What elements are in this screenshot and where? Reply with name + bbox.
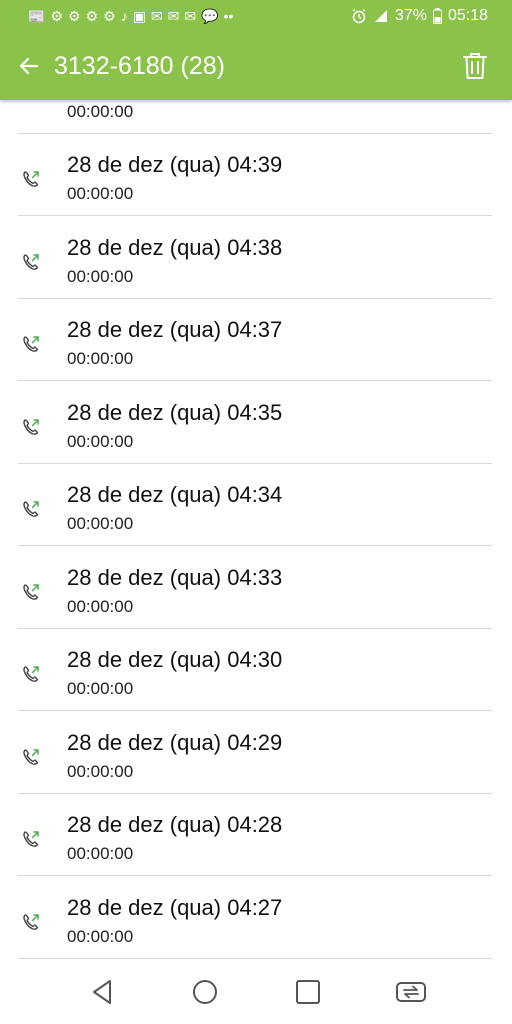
call-date: 28 de dez (qua) 04:28	[67, 812, 283, 837]
notification-icons: 📰 ⚙ ⚙ ⚙ ⚙ ♪ ▣ ✉ ✉ ✉ 💬 ••	[28, 9, 233, 23]
divider	[18, 545, 492, 546]
nav-recents-button[interactable]	[288, 972, 328, 1012]
outgoing-call-icon	[23, 419, 39, 435]
delete-button[interactable]	[458, 49, 492, 83]
outgoing-call-icon	[23, 336, 39, 352]
list-item[interactable]: 28 de dez (qua) 04:28 00:00:00	[0, 794, 512, 876]
call-date: 28 de dez (qua) 04:38	[67, 235, 283, 260]
outgoing-call-icon	[23, 171, 39, 187]
list-item[interactable]: 28 de dez (qua) 04:37 00:00:00	[0, 299, 512, 381]
call-duration: 00:00:00	[67, 267, 134, 286]
mail-icon: ✉	[167, 8, 180, 24]
call-date: 28 de dez (qua) 04:29	[67, 730, 283, 755]
news-icon: 📰	[28, 8, 46, 24]
call-date: 28 de dez (qua) 04:27	[67, 895, 283, 920]
status-bar: 📰 ⚙ ⚙ ⚙ ⚙ ♪ ▣ ✉ ✉ ✉ 💬 •• 37% 05:18	[0, 0, 512, 32]
app-icon: ▣	[132, 8, 146, 24]
call-date: 28 de dez (qua) 04:34	[67, 482, 283, 507]
clock: 05:18	[447, 7, 488, 24]
divider	[18, 215, 492, 216]
app-bar: 3132-6180 (28)	[0, 32, 512, 100]
list-item[interactable]: 28 de dez (qua) 04:34 00:00:00	[0, 464, 512, 546]
app-icon: ⚙	[50, 8, 63, 24]
tiktok-icon: ♪	[120, 8, 128, 24]
app-icon: ⚙	[68, 8, 81, 24]
switch-apps-icon	[395, 982, 426, 1002]
call-duration: 00:00:00	[67, 432, 134, 451]
list-item[interactable]: 28 de dez (qua) 04:29 00:00:00	[0, 712, 512, 794]
more-notifications-icon: ••	[223, 8, 234, 24]
list-item[interactable]: 28 de dez (qua) 04:30 00:00:00	[0, 629, 512, 711]
call-date: 28 de dez (qua) 04:39	[67, 152, 283, 177]
list-item[interactable]: 28 de dez (qua) 04:33 00:00:00	[0, 547, 512, 629]
status-right: 37% 05:18	[351, 7, 488, 25]
mail-icon: ✉	[184, 8, 197, 24]
page-title: 3132-6180 (28)	[54, 51, 225, 80]
call-duration: 00:00:00	[67, 514, 134, 533]
trash-icon	[463, 53, 487, 79]
circle-home-icon	[192, 980, 217, 1004]
outgoing-call-icon	[23, 666, 39, 682]
call-date: 28 de dez (qua) 04:37	[67, 317, 283, 342]
outgoing-call-icon	[23, 749, 39, 765]
divider	[18, 958, 492, 959]
arrow-left-icon	[19, 57, 39, 75]
triangle-back-icon	[92, 980, 111, 1004]
nav-back-button[interactable]	[82, 972, 122, 1012]
call-duration: 00:00:00	[67, 597, 134, 616]
nav-switch-button[interactable]	[391, 972, 431, 1012]
outgoing-call-icon	[23, 831, 39, 847]
app-icon: ⚙	[85, 8, 99, 24]
call-duration: 00:00:00	[67, 762, 134, 781]
list-item[interactable]: 00:00:00	[0, 100, 512, 134]
battery-icon	[432, 8, 442, 24]
signal-icon	[374, 10, 387, 22]
call-duration: 00:00:00	[67, 184, 134, 203]
nav-home-button[interactable]	[185, 972, 225, 1012]
list-item[interactable]: 28 de dez (qua) 04:35 00:00:00	[0, 382, 512, 464]
list-item[interactable]: 28 de dez (qua) 04:27 00:00:00	[0, 877, 512, 959]
list-item[interactable]: 28 de dez (qua) 04:39 00:00:00	[0, 134, 512, 216]
outgoing-call-icon	[23, 914, 39, 930]
app-icon: ⚙	[103, 8, 116, 24]
back-button[interactable]	[14, 51, 44, 81]
outgoing-call-icon	[23, 501, 39, 517]
call-date: 28 de dez (qua) 04:33	[67, 565, 283, 590]
call-duration: 00:00:00	[67, 349, 134, 368]
call-duration: 00:00:00	[67, 102, 134, 121]
messenger-icon: 💬	[201, 8, 219, 24]
call-duration: 00:00:00	[67, 844, 134, 863]
call-date: 28 de dez (qua) 04:35	[67, 400, 283, 425]
mail-icon: ✉	[150, 8, 163, 24]
list-item[interactable]: 28 de dez (qua) 04:38 00:00:00	[0, 217, 512, 299]
call-duration: 00:00:00	[67, 927, 134, 946]
alarm-icon	[352, 8, 366, 24]
call-date: 28 de dez (qua) 04:30	[67, 647, 283, 672]
divider	[18, 380, 492, 381]
outgoing-call-icon	[23, 254, 39, 270]
navigation-bar	[0, 960, 512, 1024]
divider	[18, 710, 492, 711]
divider	[18, 875, 492, 876]
battery-percent: 37%	[394, 7, 427, 24]
outgoing-call-icon	[23, 584, 39, 600]
call-duration: 00:00:00	[67, 679, 134, 698]
square-recents-icon	[295, 980, 320, 1004]
call-list[interactable]: 00:00:00 28 de dez (qua) 04:39 00:00:00 …	[0, 100, 512, 960]
